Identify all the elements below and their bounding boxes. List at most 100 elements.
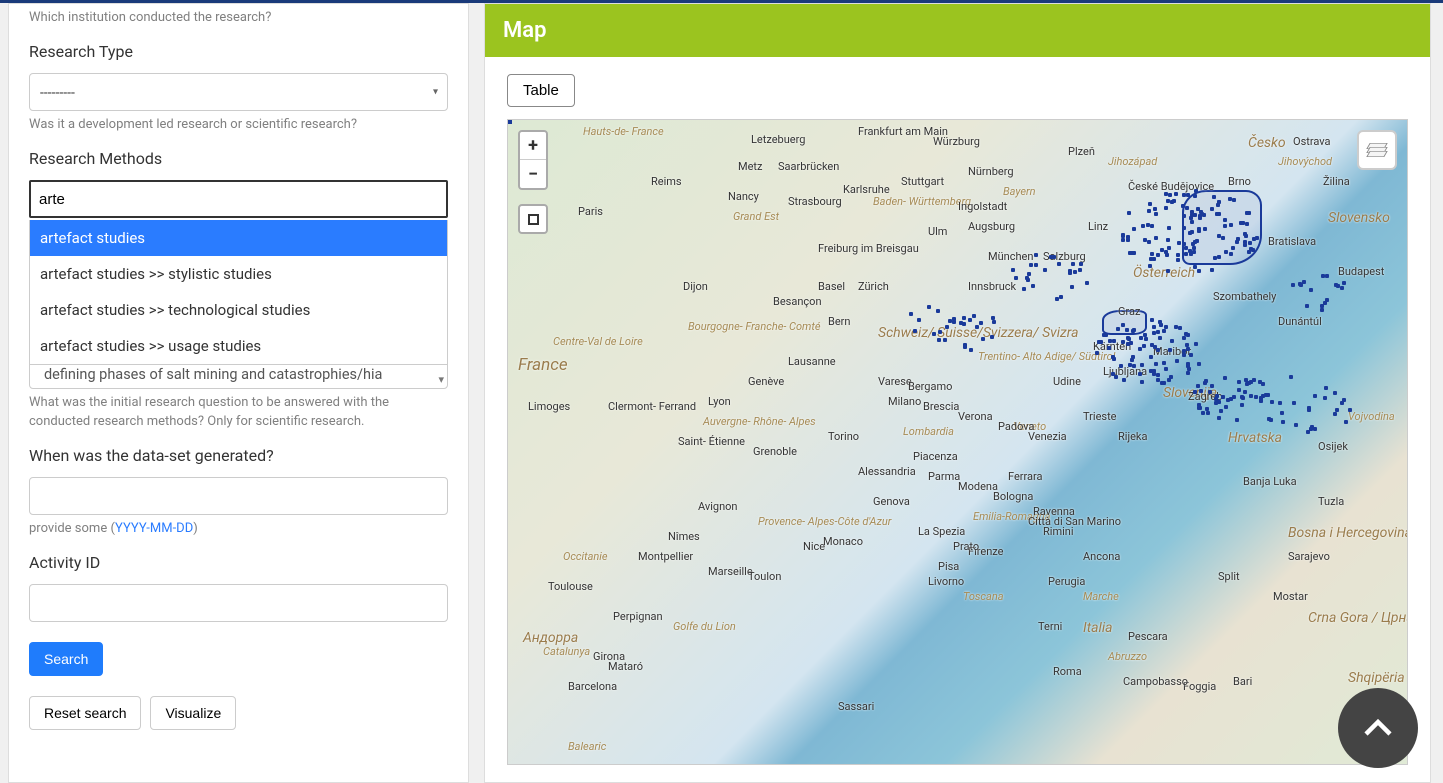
map-marker[interactable] [1150,224,1154,228]
map-marker[interactable] [1156,373,1160,377]
map-marker[interactable] [1292,401,1296,405]
map-marker[interactable] [1302,280,1306,284]
map-marker[interactable] [1223,218,1227,222]
map-marker[interactable] [1299,283,1303,287]
map-marker[interactable] [1031,284,1035,288]
map-marker[interactable] [1224,405,1228,409]
map-marker[interactable] [1223,224,1227,228]
map-marker[interactable] [1150,252,1154,256]
map-marker[interactable] [1132,328,1136,332]
map-marker[interactable] [1189,353,1193,357]
map-marker[interactable] [1078,268,1082,272]
map-marker[interactable] [1175,359,1179,363]
map-marker[interactable] [1197,362,1201,366]
map-marker[interactable] [1126,342,1130,346]
map-marker[interactable] [1212,195,1216,199]
map-marker[interactable] [1164,250,1168,254]
map-marker[interactable] [1248,241,1252,245]
map-marker[interactable] [1095,351,1099,355]
map-marker[interactable] [927,305,931,309]
map-marker[interactable] [932,332,936,336]
map-marker[interactable] [1176,253,1180,257]
map-marker[interactable] [1174,192,1178,196]
map-marker[interactable] [1193,194,1197,198]
map-marker[interactable] [1240,403,1244,407]
map-marker[interactable] [1178,326,1182,330]
map-marker[interactable] [1186,371,1190,375]
map-marker[interactable] [1342,281,1346,285]
map-marker[interactable] [1321,274,1325,278]
map-marker[interactable] [992,320,996,324]
map-marker[interactable] [1147,240,1151,244]
map-marker[interactable] [1130,358,1134,362]
map-marker[interactable] [968,318,972,322]
map-marker[interactable] [913,329,917,333]
map-marker[interactable] [1167,378,1171,382]
map-marker[interactable] [1166,238,1170,242]
fullscreen-button[interactable] [518,204,548,234]
map-marker[interactable] [1026,278,1030,282]
map-marker[interactable] [1325,274,1329,278]
map-marker[interactable] [508,120,512,124]
map-marker[interactable] [1237,380,1241,384]
map-marker[interactable] [1111,355,1115,359]
map-marker[interactable] [1289,375,1293,379]
map-marker[interactable] [1334,283,1338,287]
map-marker[interactable] [1154,236,1158,240]
map-marker[interactable] [1325,298,1329,302]
map-marker[interactable] [1281,420,1285,424]
map-marker[interactable] [1164,367,1168,371]
map-marker[interactable] [969,348,973,352]
map-marker[interactable] [1182,193,1186,197]
map-marker[interactable] [1160,248,1164,252]
map-marker[interactable] [1193,390,1197,394]
map-marker[interactable] [917,318,921,322]
map-marker[interactable] [1112,339,1116,343]
map-marker[interactable] [1182,353,1186,357]
map-marker[interactable] [1085,281,1089,285]
map-marker[interactable] [1244,234,1248,238]
map-marker[interactable] [1206,411,1210,415]
dropdown-option[interactable]: artefact studies >> usage studies [30,328,447,364]
map-marker[interactable] [1140,380,1144,384]
map-marker[interactable] [1194,342,1198,346]
map-marker[interactable] [1192,246,1196,250]
map-marker[interactable] [1291,283,1295,287]
map-marker[interactable] [1022,287,1026,291]
map-marker[interactable] [1122,378,1126,382]
map-marker[interactable] [1146,223,1150,227]
map-marker[interactable] [1249,394,1253,398]
map-marker[interactable] [1159,323,1163,327]
map-marker[interactable] [1280,411,1284,415]
map-marker[interactable] [1149,369,1153,373]
map-marker[interactable] [1079,262,1083,266]
map-marker[interactable] [1121,340,1125,344]
dropdown-option[interactable]: artefact studies >> stylistic studies [30,256,447,292]
map-marker[interactable] [1160,381,1164,385]
map-marker[interactable] [1241,221,1245,225]
map-marker[interactable] [1213,256,1217,260]
map-marker[interactable] [1247,211,1251,215]
layers-button[interactable] [1357,130,1397,170]
map-marker[interactable] [1152,257,1156,261]
map-marker[interactable] [1231,246,1235,250]
map-marker[interactable] [1229,252,1233,256]
map-marker[interactable] [1162,361,1166,365]
map-marker[interactable] [1224,250,1228,254]
map-marker[interactable] [972,314,976,318]
map-marker[interactable] [1121,234,1125,238]
map-marker[interactable] [1158,336,1162,340]
map-marker[interactable] [1243,390,1247,394]
map-marker[interactable] [1197,227,1201,231]
map-marker[interactable] [1255,236,1259,240]
map-marker[interactable] [1153,207,1157,211]
map-marker[interactable] [1194,189,1198,193]
map-marker[interactable] [1168,193,1172,197]
map-marker[interactable] [1261,394,1265,398]
map-marker[interactable] [1333,412,1337,416]
map-marker[interactable] [1215,394,1219,398]
map-marker[interactable] [1185,343,1189,347]
map-marker[interactable] [1186,193,1190,197]
map-marker[interactable] [1055,297,1059,301]
map-marker[interactable] [1182,242,1186,246]
